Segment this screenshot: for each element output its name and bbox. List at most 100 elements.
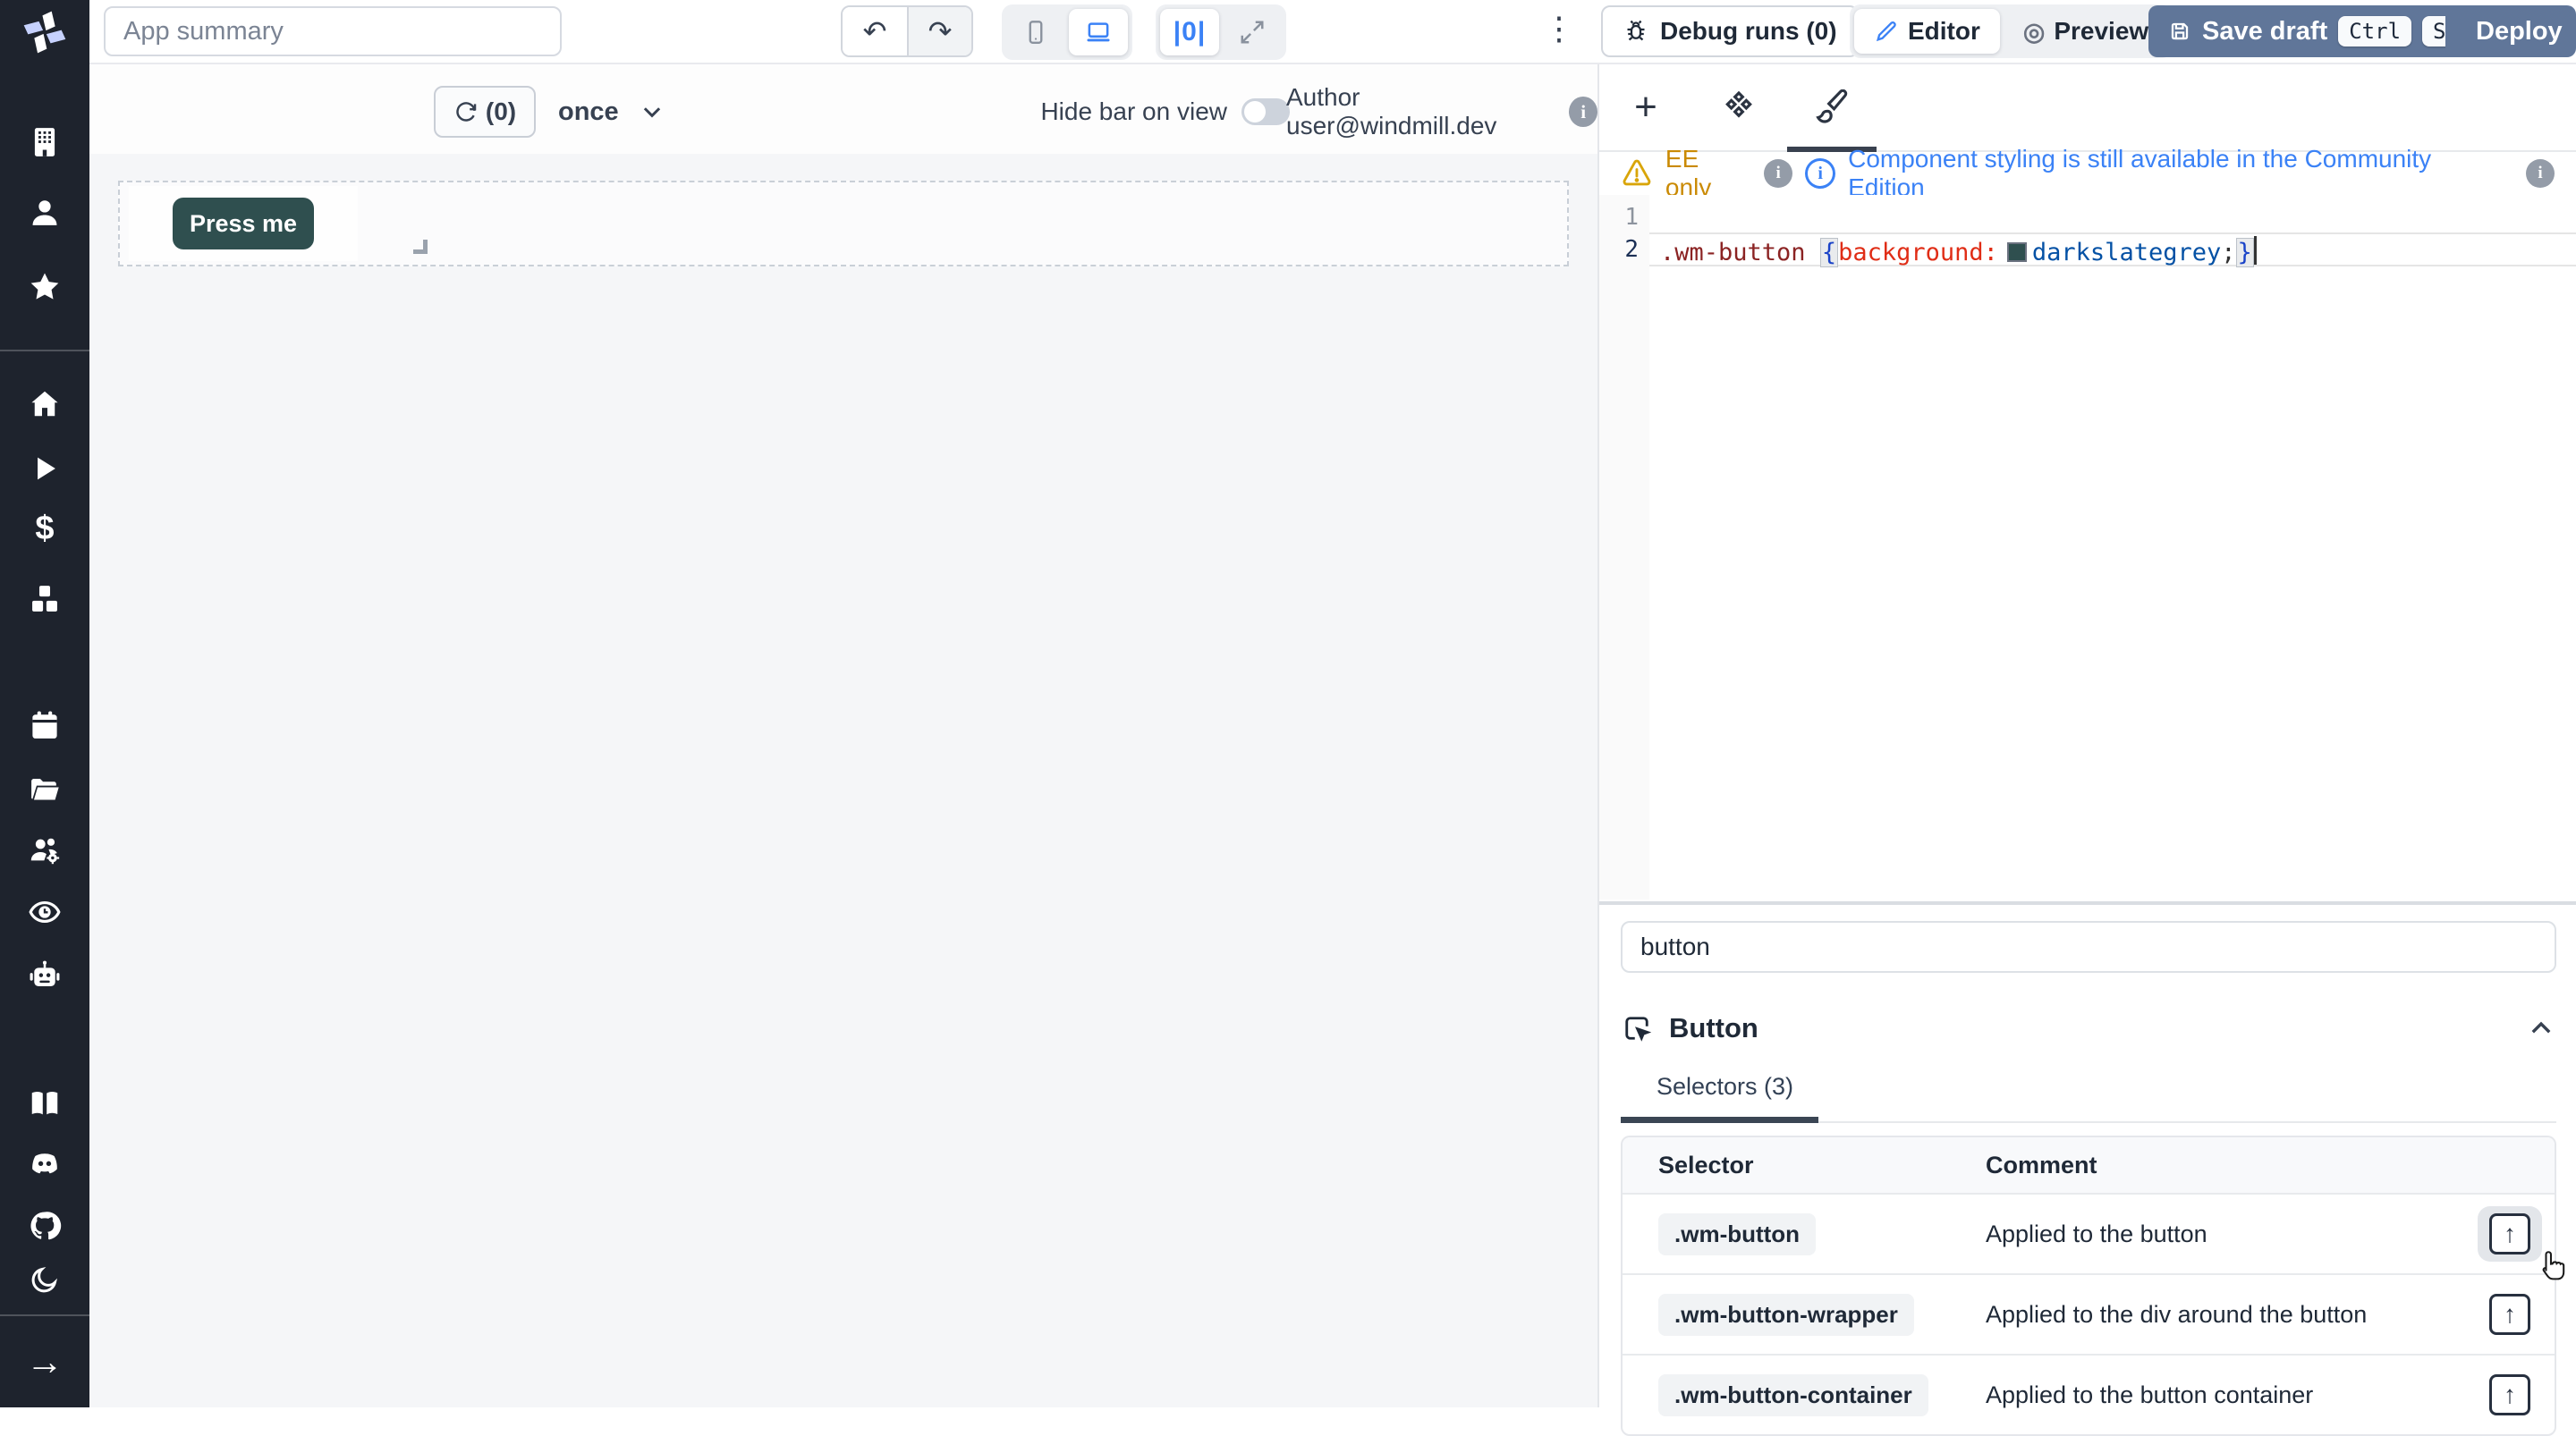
- expand-sidebar-button[interactable]: →: [0, 1343, 89, 1381]
- arrow-up-icon: ↑: [2504, 1382, 2516, 1407]
- apply-selector-button[interactable]: ↑: [2489, 1294, 2530, 1335]
- selector-badge: .wm-button: [1658, 1213, 1816, 1255]
- press-me-button[interactable]: Press me: [173, 198, 314, 249]
- schedule-mode-value: once: [558, 97, 619, 127]
- apply-selector-button[interactable]: ↑: [2489, 1374, 2530, 1415]
- css-code-editor[interactable]: 1 2 .wm-button {background:darkslategrey…: [1599, 195, 2576, 900]
- note-info-icon[interactable]: i: [2526, 159, 2555, 188]
- component-search: [1621, 921, 2556, 973]
- refresh-button[interactable]: (0): [434, 86, 536, 138]
- github-icon: [28, 1209, 62, 1243]
- preview-tab[interactable]: ◎ Preview: [2004, 9, 2168, 54]
- warning-icon: [1621, 157, 1653, 190]
- css-value-token: darkslategrey: [2032, 239, 2221, 266]
- selector-comment: Applied to the button container: [1986, 1381, 2555, 1409]
- moon-icon: [29, 1263, 61, 1296]
- hide-bar-label: Hide bar on view: [1040, 97, 1227, 126]
- apply-selector-button[interactable]: ↑: [2489, 1213, 2530, 1254]
- sidebar-item-workers[interactable]: [0, 833, 89, 867]
- selector-column-header: Selector: [1623, 1152, 1986, 1179]
- line-number: 1: [1599, 204, 1639, 231]
- deploy-button[interactable]: Deploy: [2445, 5, 2576, 57]
- windmill-logo[interactable]: [0, 7, 89, 57]
- hide-bar-toggle[interactable]: [1241, 98, 1290, 125]
- sidebar-item-home[interactable]: [0, 386, 89, 420]
- sidebar-item-user[interactable]: [0, 196, 89, 230]
- open-brace-token: {: [1820, 238, 1838, 267]
- selector-badge: .wm-button-container: [1658, 1374, 1928, 1416]
- info-icon[interactable]: i: [1569, 97, 1597, 127]
- debug-runs-button[interactable]: Debug runs (0): [1601, 5, 1859, 57]
- device-toggle-group: [1002, 4, 1132, 60]
- ee-only-badge: EE only: [1665, 145, 1751, 202]
- tab-styling[interactable]: [1785, 64, 1878, 150]
- table-row: .wm-button Applied to the button ↑: [1623, 1193, 2555, 1273]
- sidebar-item-schedules[interactable]: [0, 708, 89, 742]
- sidebar-item-runs[interactable]: [0, 452, 89, 486]
- center-align-icon: |0|: [1174, 17, 1206, 47]
- tab-components[interactable]: [1692, 64, 1785, 150]
- sidebar-item-github[interactable]: [0, 1209, 89, 1243]
- editor-tab-label: Editor: [1908, 17, 1980, 46]
- save-draft-button[interactable]: Save draft Ctrl S: [2148, 5, 2476, 57]
- sidebar-item-ai[interactable]: [0, 958, 89, 992]
- app-sidebar: $: [0, 0, 89, 1407]
- sidebar-item-variables[interactable]: $: [0, 511, 89, 545]
- sidebar-item-resources[interactable]: [0, 582, 89, 616]
- color-swatch[interactable]: [2007, 242, 2027, 262]
- plus-icon: +: [1634, 85, 1657, 130]
- robot-icon: [28, 958, 62, 992]
- component-grid-slot[interactable]: Press me: [118, 181, 1569, 266]
- sidebar-item-folders[interactable]: [0, 773, 89, 807]
- editor-gutter: [1599, 195, 1649, 900]
- eye-clock-icon: [28, 895, 62, 929]
- ee-info-icon[interactable]: i: [1764, 159, 1792, 188]
- redo-button[interactable]: ↷: [907, 7, 971, 55]
- hide-bar-control: Hide bar on view: [1040, 86, 1290, 138]
- component-search-input[interactable]: [1621, 921, 2556, 973]
- css-rule-line: .wm-button {background:darkslategrey;}: [1660, 236, 2257, 266]
- sidebar-item-audit-logs[interactable]: [0, 895, 89, 929]
- paintbrush-icon: [1814, 89, 1850, 125]
- schedule-mode-dropdown[interactable]: once: [558, 86, 665, 138]
- mobile-icon: [1022, 19, 1049, 46]
- laptop-icon: [1084, 18, 1113, 46]
- more-options-button[interactable]: ⋮: [1543, 13, 1575, 45]
- collapse-section-button[interactable]: [2526, 1013, 2556, 1043]
- play-icon: [28, 452, 62, 486]
- selectors-table: Selector Comment .wm-button Applied to t…: [1621, 1136, 2556, 1436]
- community-note-link[interactable]: Component styling is still available in …: [1848, 145, 2513, 202]
- home-icon: [28, 386, 62, 420]
- sidebar-item-discord[interactable]: [0, 1147, 89, 1181]
- kbd-ctrl: Ctrl: [2338, 16, 2411, 46]
- preview-tab-label: Preview: [2054, 17, 2148, 46]
- preview-icon: ◎: [2023, 17, 2045, 46]
- panel-resizer[interactable]: [1599, 901, 2576, 905]
- author-label: Author user@windmill.dev: [1286, 83, 1556, 140]
- mobile-view-button[interactable]: [1006, 9, 1065, 55]
- sidebar-item-workspace[interactable]: [0, 125, 89, 159]
- editor-tab[interactable]: Editor: [1854, 9, 2000, 54]
- app-summary-input[interactable]: [104, 6, 562, 56]
- dark-mode-toggle[interactable]: [0, 1263, 89, 1296]
- selectors-tab[interactable]: Selectors (3): [1621, 1073, 1818, 1123]
- fullwidth-button[interactable]: [1223, 9, 1282, 55]
- building-icon: [28, 125, 62, 159]
- debug-runs-label: Debug runs (0): [1660, 17, 1837, 46]
- desktop-view-button[interactable]: [1069, 9, 1128, 55]
- center-content-button[interactable]: |0|: [1160, 9, 1219, 55]
- section-title: Button: [1669, 1012, 1758, 1044]
- sidebar-divider: [0, 1314, 89, 1316]
- resize-handle[interactable]: [413, 240, 428, 254]
- refresh-count: (0): [486, 97, 516, 126]
- folder-open-icon: [28, 773, 62, 807]
- sidebar-item-docs[interactable]: [0, 1086, 89, 1120]
- tab-insert-component[interactable]: +: [1599, 64, 1692, 150]
- button-component-wrapper[interactable]: Press me: [129, 186, 358, 261]
- sidebar-item-favorites[interactable]: [0, 270, 89, 304]
- selector-comment: Applied to the button: [1986, 1221, 2555, 1248]
- bug-icon: [1623, 18, 1649, 45]
- undo-button[interactable]: ↶: [843, 7, 907, 55]
- button-section-header[interactable]: Button: [1621, 1005, 2556, 1052]
- comment-column-header: Comment: [1986, 1152, 2555, 1179]
